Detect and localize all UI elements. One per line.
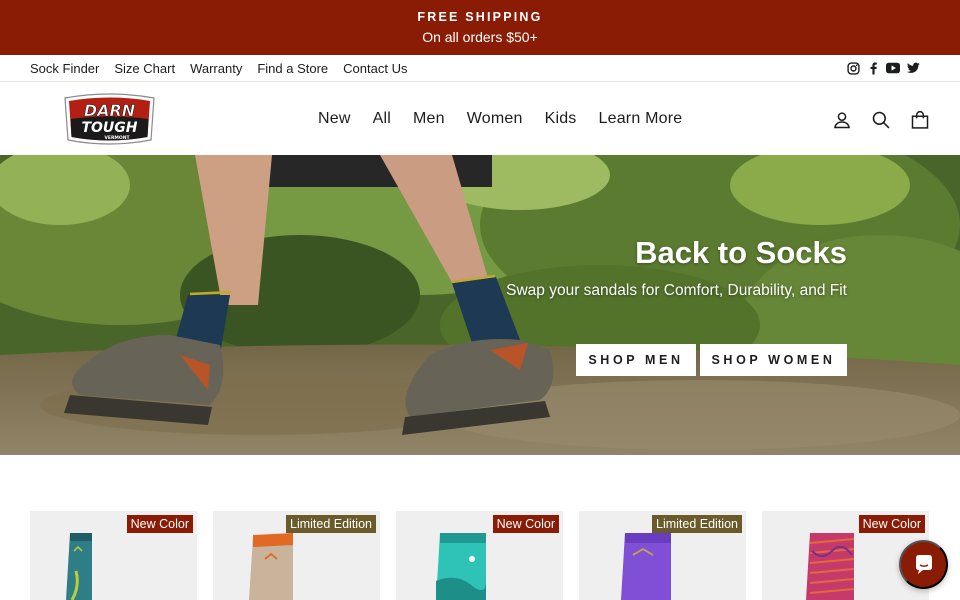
- nav-men[interactable]: Men: [413, 110, 445, 128]
- facebook-icon[interactable]: [866, 61, 880, 75]
- utility-link-size-chart[interactable]: Size Chart: [114, 61, 175, 76]
- utility-link-find-a-store[interactable]: Find a Store: [257, 61, 328, 76]
- nav-women[interactable]: Women: [467, 110, 523, 128]
- product-card[interactable]: New Color: [396, 511, 563, 600]
- product-badge: New Color: [858, 515, 925, 533]
- hero-buttons: SHOP MEN SHOP WOMEN: [576, 344, 847, 376]
- cart-icon[interactable]: [909, 109, 930, 130]
- chat-icon: [915, 554, 932, 574]
- nav-new[interactable]: New: [318, 110, 351, 128]
- nav-all[interactable]: All: [373, 110, 391, 128]
- utility-link-sock-finder[interactable]: Sock Finder: [30, 61, 99, 76]
- darn-tough-logo[interactable]: DARN TOUGH VERMONT: [61, 92, 158, 146]
- shop-men-button[interactable]: SHOP MEN: [576, 344, 696, 376]
- search-icon[interactable]: [870, 109, 891, 130]
- product-grid: New Color Limited Edition New Color Limi…: [30, 511, 960, 600]
- shop-women-button[interactable]: SHOP WOMEN: [700, 344, 847, 376]
- logo-line3: VERMONT: [104, 135, 130, 141]
- announcement-subtitle: On all orders $50+: [422, 29, 538, 45]
- logo-line2: TOUGH: [81, 120, 137, 136]
- product-card[interactable]: Limited Edition: [213, 511, 380, 600]
- announcement-title: FREE SHIPPING: [417, 10, 543, 24]
- utility-link-contact-us[interactable]: Contact Us: [343, 61, 407, 76]
- header-icons: [831, 109, 930, 130]
- account-icon[interactable]: [831, 109, 852, 130]
- twitter-icon[interactable]: [906, 61, 920, 75]
- utility-links: Sock Finder Size Chart Warranty Find a S…: [30, 61, 407, 76]
- hero-copy: Back to Socks Swap your sandals for Comf…: [487, 235, 847, 301]
- main-nav: New All Men Women Kids Learn More: [318, 110, 682, 128]
- hero-image: [0, 155, 960, 455]
- utility-link-warranty[interactable]: Warranty: [190, 61, 242, 76]
- chat-button[interactable]: [899, 540, 948, 589]
- product-card[interactable]: Limited Edition: [579, 511, 746, 600]
- hero-title: Back to Socks: [635, 235, 847, 270]
- product-card[interactable]: New Color: [30, 511, 197, 600]
- instagram-icon[interactable]: [846, 61, 860, 75]
- product-badge: New Color: [492, 515, 559, 533]
- logo-line1: DARN: [84, 101, 136, 120]
- nav-learn-more[interactable]: Learn More: [599, 110, 683, 128]
- nav-kids[interactable]: Kids: [545, 110, 577, 128]
- youtube-icon[interactable]: [886, 61, 900, 75]
- hero-subtitle: Swap your sandals for Comfort, Durabilit…: [506, 282, 847, 299]
- product-badge: Limited Edition: [286, 515, 376, 533]
- hero-banner: Back to Socks Swap your sandals for Comf…: [0, 155, 960, 455]
- product-badge: New Color: [126, 515, 193, 533]
- site-header: DARN TOUGH VERMONT New All Men Women Kid…: [0, 82, 960, 155]
- product-badge: Limited Edition: [652, 515, 742, 533]
- utility-bar: Sock Finder Size Chart Warranty Find a S…: [0, 55, 960, 82]
- announcement-bar: FREE SHIPPING On all orders $50+: [0, 0, 960, 55]
- social-links: [846, 61, 920, 75]
